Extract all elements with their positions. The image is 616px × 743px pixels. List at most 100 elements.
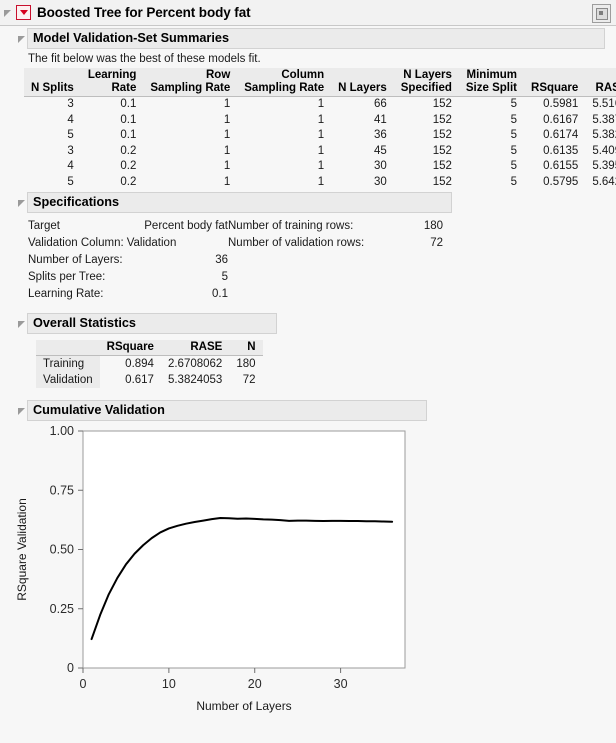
cell-rase: 5.3824	[592, 129, 616, 141]
cell-row-sampling-rate: 1	[223, 98, 231, 110]
cell-n: 72	[242, 374, 256, 386]
col-rsquare: RSquare	[524, 68, 586, 97]
disclosure-triangle-icon[interactable]	[18, 36, 25, 43]
cell-n-splits: 5	[67, 129, 74, 141]
table-row[interactable]: 4 0.1 1 1 41 152 5 0.6167 5.3876	[24, 113, 616, 129]
cumulative-validation-chart: 0 0.25 0.50 0.75 1.00 0 10 20 30 Number of Layers…	[0, 424, 616, 714]
cell-minimum-size-split: 5	[510, 129, 518, 141]
spec-row-target: Target Percent body fat	[28, 218, 228, 235]
section-title-model-validation: Model Validation-Set Summaries	[33, 31, 229, 45]
x-axis-tick-label: 30	[334, 677, 348, 691]
cell-column-sampling-rate: 1	[317, 160, 325, 172]
x-axis-tick-label: 10	[162, 677, 176, 691]
window-titlebar: Boosted Tree for Percent body fat	[0, 0, 616, 26]
cell-row-sampling-rate: 1	[223, 144, 231, 157]
cell-rsquare: 0.6174	[543, 129, 579, 141]
specifications-right-column: Number of training rows: 180 Number of v…	[228, 218, 443, 303]
x-axis-tick-label: 20	[248, 677, 262, 691]
cell-rase: 5.3876	[592, 113, 616, 126]
table-row[interactable]: Validation 0.617 5.3824053 72	[36, 372, 263, 388]
cell-rsquare: 0.894	[125, 358, 154, 370]
window-restore-icon[interactable]	[592, 4, 611, 23]
cell-minimum-size-split: 5	[510, 144, 518, 157]
spec-label: Splits per Tree:	[28, 271, 106, 283]
cell-rase: 5.3955	[592, 160, 616, 172]
spec-value: 5	[221, 271, 228, 283]
section-title-cumulative-validation: Cumulative Validation	[33, 403, 165, 417]
table-row[interactable]: 3 0.1 1 1 66 152 5 0.5981 5.5163	[24, 97, 616, 113]
table-header-row: N Splits Learning Rate Row Sampling Rate C…	[24, 68, 616, 97]
spec-label: Validation Column:	[28, 237, 124, 249]
cell-n-layers: 30	[373, 175, 387, 188]
section-header-specifications[interactable]: Specifications	[0, 191, 616, 213]
cell-n-splits: 4	[67, 113, 74, 126]
x-axis-label: Number of Layers	[196, 699, 291, 713]
cell-minimum-size-split: 5	[510, 160, 518, 172]
table-row[interactable]: 5 0.1 1 1 36 152 5 0.6174 5.3824	[24, 128, 616, 144]
cell-learning-rate: 0.1	[120, 113, 137, 126]
cell-n-layers: 36	[373, 129, 387, 141]
table-row[interactable]: 3 0.2 1 1 45 152 5 0.6135 5.4095	[24, 144, 616, 160]
cell-rsquare: 0.6155	[543, 160, 579, 172]
col-rase: RASE	[585, 68, 616, 97]
table-header-row: RSquare RASE N	[36, 340, 263, 356]
col-n-layers-specified: N Layers Specified	[393, 68, 459, 97]
cell-n: 180	[236, 358, 256, 370]
spec-row-splits-per-tree: Splits per Tree: 5	[28, 269, 228, 286]
cell-column-sampling-rate: 1	[317, 144, 325, 157]
cell-rsquare: 0.5795	[543, 175, 579, 188]
cell-rase: 2.6708062	[167, 358, 223, 370]
spec-value: 72	[430, 237, 443, 249]
cell-n-layers-specified: 152	[432, 144, 452, 157]
spec-row-learning-rate: Learning Rate: 0.1	[28, 286, 228, 303]
disclosure-triangle-icon[interactable]	[18, 200, 25, 207]
table-row[interactable]: Training 0.894 2.6708062 180	[36, 355, 263, 372]
section-title-overall-statistics: Overall Statistics	[33, 316, 136, 330]
table-row[interactable]: 4 0.2 1 1 30 152 5 0.6155 5.3955	[24, 159, 616, 175]
y-axis-tick-label: 0.25	[50, 602, 74, 616]
row-label-validation: Validation	[36, 372, 100, 388]
section-header-cumulative-validation[interactable]: Cumulative Validation	[0, 399, 616, 421]
cell-rsquare: 0.6135	[543, 144, 579, 157]
spec-value: 180	[423, 220, 443, 232]
disclosure-triangle-icon[interactable]	[18, 408, 25, 415]
cell-learning-rate: 0.1	[120, 129, 137, 141]
disclosure-triangle-icon[interactable]	[18, 321, 25, 328]
cell-column-sampling-rate: 1	[317, 175, 325, 188]
cell-rsquare: 0.617	[125, 374, 154, 386]
cell-learning-rate: 0.2	[120, 160, 137, 172]
cell-column-sampling-rate: 1	[317, 129, 325, 141]
cell-minimum-size-split: 5	[510, 175, 518, 188]
spec-row-number-of-layers: Number of Layers: 36	[28, 252, 228, 269]
col-learning-rate: Learning Rate	[80, 68, 144, 97]
cell-n-layers-specified: 152	[432, 113, 452, 126]
col-n-layers: N Layers	[331, 68, 394, 97]
cell-rase: 5.4095	[592, 144, 616, 157]
outline-disclosure-triangle-icon[interactable]	[4, 10, 11, 17]
cell-row-sampling-rate: 1	[223, 175, 231, 188]
cell-row-sampling-rate: 1	[223, 160, 231, 172]
spec-row-validation-rows: Number of validation rows: 72	[228, 235, 443, 252]
x-axis-tick-label: 0	[80, 677, 87, 691]
cell-rsquare: 0.5981	[543, 98, 579, 110]
overall-statistics-table: RSquare RASE N Training 0.894 2.6708062 …	[36, 340, 263, 388]
col-column-sampling-rate: Column Sampling Rate	[237, 68, 332, 97]
cell-learning-rate: 0.2	[120, 144, 137, 157]
table-row[interactable]: 5 0.2 1 1 30 152 5 0.5795 5.6425	[24, 175, 616, 191]
cell-learning-rate: 0.2	[120, 175, 137, 188]
cell-n-splits: 3	[67, 144, 74, 157]
y-axis-tick-label: 0	[67, 661, 74, 675]
section-header-overall-statistics[interactable]: Overall Statistics	[0, 312, 616, 334]
red-triangle-icon[interactable]	[16, 5, 31, 20]
spec-value: 0.1	[212, 288, 228, 300]
section-header-model-validation[interactable]: Model Validation-Set Summaries	[0, 27, 616, 49]
spec-label: Number of validation rows:	[228, 237, 365, 249]
section-title-specifications: Specifications	[33, 195, 120, 209]
row-label-training: Training	[36, 355, 100, 372]
cell-rase: 5.3824053	[167, 374, 223, 386]
spec-row-training-rows: Number of training rows: 180	[228, 218, 443, 235]
cell-n-layers: 66	[373, 98, 387, 110]
spec-value: 36	[215, 254, 228, 266]
cell-n-layers: 41	[373, 113, 387, 126]
cell-n-splits: 3	[67, 98, 74, 110]
